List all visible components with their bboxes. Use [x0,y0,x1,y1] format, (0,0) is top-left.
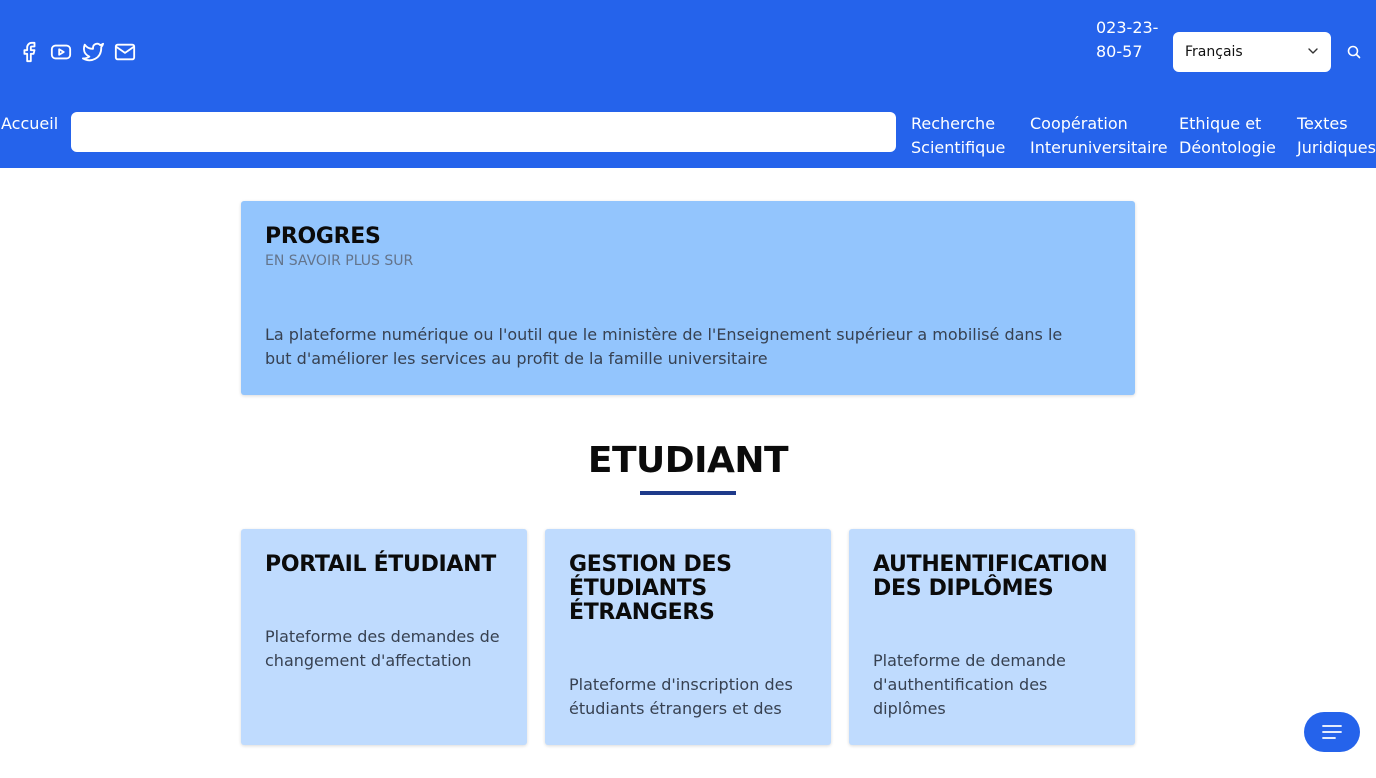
nav-item-cooperation[interactable]: Coopération Interuniversitaire [1030,112,1170,160]
social-links [18,40,136,64]
youtube-icon[interactable] [50,40,72,64]
nav-item-accueil[interactable]: Accueil [1,112,58,136]
nav-item-recherche[interactable]: Recherche Scientifique [911,112,1011,160]
facebook-icon[interactable] [18,40,40,64]
mail-icon[interactable] [114,40,136,64]
header: 023-23-80-57 Français Accueil Recherche … [0,0,1376,168]
card-description: La plateforme numérique ou l'outil que l… [265,325,1063,368]
card-title: PORTAIL ÉTUDIANT [265,552,496,577]
card-description: Plateforme de demande d'authentification… [873,651,1066,718]
card-authentification-diplomes[interactable]: AUTHENTIFICATION DES DIPLÔMES Plateforme… [849,529,1135,745]
card-description: Plateforme d'inscription des étudiants é… [569,675,793,718]
language-select[interactable]: Français [1173,32,1331,72]
card-title: GESTION DES ÉTUDIANTS ÉTRANGERS [569,552,732,625]
section-title: ETUDIANT [587,440,789,481]
phone-number: 023-23-80-57 [1096,18,1159,61]
language-select-value: Français [1185,44,1243,60]
menu-button[interactable] [1304,712,1360,752]
card-title: PROGRES [265,224,381,249]
menu-icon [1322,725,1342,739]
card-title: AUTHENTIFICATION DES DIPLÔMES [873,552,1108,601]
card-description: Plateforme des demandes de changement d'… [265,627,500,670]
chevron-down-icon [1308,48,1318,54]
section-underline [640,491,736,495]
card-subtitle: EN SAVOIR PLUS SUR [265,253,414,269]
card-portail-etudiant[interactable]: PORTAIL ÉTUDIANT Plateforme des demandes… [241,529,527,745]
progres-card[interactable]: PROGRES EN SAVOIR PLUS SUR La plateforme… [241,201,1135,395]
card-gestion-etudiants-etrangers[interactable]: GESTION DES ÉTUDIANTS ÉTRANGERS Platefor… [545,529,831,745]
search-icon[interactable] [1345,43,1363,61]
nav-item-ethique[interactable]: Ethique et Déontologie [1179,112,1279,160]
twitter-icon[interactable] [82,40,104,64]
nav-search-input[interactable] [71,112,896,152]
nav-item-textes[interactable]: Textes Juridiques [1297,112,1376,160]
